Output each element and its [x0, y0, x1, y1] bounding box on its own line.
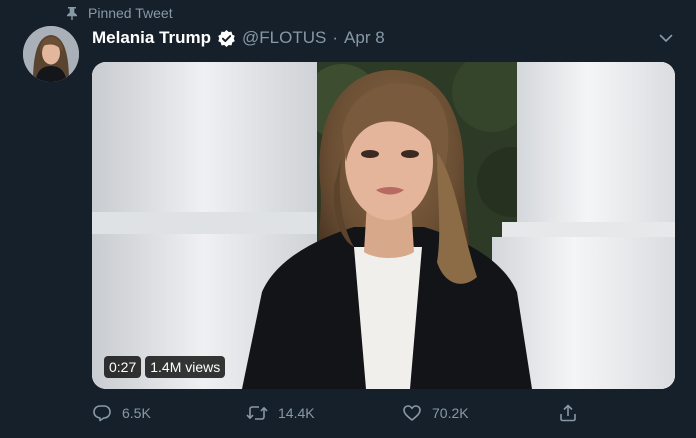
- tweet-actions: 6.5K 14.4K 70.2K: [92, 400, 675, 426]
- video-badges: 0:27 1.4M views: [104, 356, 226, 378]
- reply-count: 6.5K: [122, 405, 151, 421]
- heart-icon: [402, 403, 422, 423]
- retweet-count: 14.4K: [278, 405, 315, 421]
- author-name[interactable]: Melania Trump: [92, 28, 211, 48]
- tweet-header: Melania Trump @FLOTUS · Apr 8: [92, 26, 385, 50]
- share-button[interactable]: [558, 400, 578, 426]
- video-player[interactable]: 0:27 1.4M views: [92, 62, 675, 389]
- chevron-down-icon[interactable]: [658, 30, 674, 46]
- verified-icon: [217, 29, 236, 48]
- reply-button[interactable]: 6.5K: [92, 400, 151, 426]
- like-button[interactable]: 70.2K: [402, 400, 469, 426]
- video-thumbnail: [92, 62, 675, 389]
- share-icon: [558, 403, 578, 423]
- video-views: 1.4M views: [145, 356, 226, 378]
- tweet-date[interactable]: Apr 8: [344, 28, 385, 48]
- retweet-icon: [246, 403, 268, 423]
- separator-dot: ·: [332, 28, 339, 47]
- video-duration: 0:27: [104, 356, 142, 378]
- pin-icon: [66, 6, 78, 20]
- pinned-label: Pinned Tweet: [66, 4, 173, 22]
- reply-icon: [92, 403, 112, 423]
- author-handle[interactable]: @FLOTUS: [242, 28, 326, 48]
- tweet[interactable]: Pinned Tweet Melania Trump @FLOTUS · Apr…: [0, 0, 696, 438]
- like-count: 70.2K: [432, 405, 469, 421]
- avatar[interactable]: [23, 26, 79, 82]
- retweet-button[interactable]: 14.4K: [246, 400, 315, 426]
- pinned-text: Pinned Tweet: [88, 5, 173, 21]
